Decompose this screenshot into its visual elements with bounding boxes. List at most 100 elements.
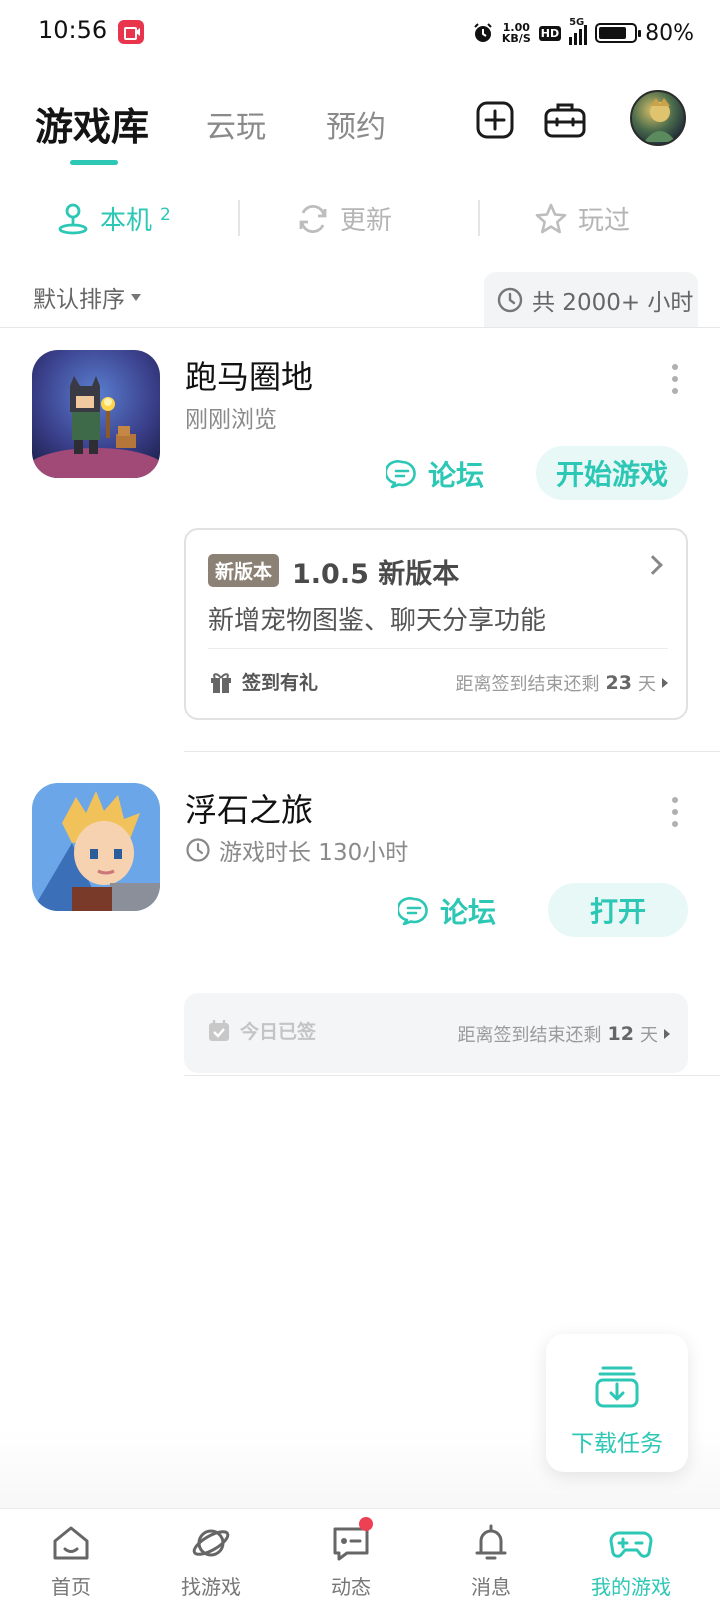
countdown-unit: 天 xyxy=(640,1025,658,1046)
caret-right-icon xyxy=(664,1029,670,1039)
sign-in-countdown[interactable]: 距离签到结束还剩 23 天 xyxy=(456,670,668,696)
gift-icon xyxy=(211,672,231,693)
game-subtitle: 游戏时长 130小时 xyxy=(185,833,408,867)
sort-dropdown[interactable]: 默认排序 xyxy=(33,280,141,314)
nav-find-games-label: 找游戏 xyxy=(181,1575,241,1599)
divider xyxy=(0,327,720,328)
more-options-icon[interactable] xyxy=(672,797,680,829)
game-subtitle: 刚刚浏览 xyxy=(185,400,277,434)
signal-icon: 5G xyxy=(569,17,588,45)
subtab-divider xyxy=(478,200,480,236)
avatar[interactable] xyxy=(630,90,686,146)
network-speed: 1.00 KB/S xyxy=(502,22,531,44)
clock-icon xyxy=(497,287,523,313)
total-hours-text: 共 2000+ 小时 xyxy=(532,290,694,316)
sort-row: 默认排序 共 2000+ 小时 xyxy=(0,272,720,328)
nav-feed[interactable]: 动态 xyxy=(296,1517,406,1600)
signed-card[interactable]: 今日已签 距离签到结束还剩 12 天 xyxy=(184,993,688,1073)
header: 游戏库 云玩 预约 xyxy=(0,82,720,172)
forum-label: 论坛 xyxy=(428,459,485,492)
version-description: 新增宠物图鉴、聊天分享功能 xyxy=(208,606,547,636)
screen-record-icon xyxy=(118,20,144,44)
alarm-icon xyxy=(474,23,492,42)
subtab-update[interactable]: 更新 xyxy=(296,200,392,237)
home-icon xyxy=(53,1526,89,1560)
nav-my-games-label: 我的游戏 xyxy=(591,1575,671,1599)
tab-cloud-play[interactable]: 云玩 xyxy=(206,102,266,146)
download-task-button[interactable]: 下载任务 xyxy=(546,1334,688,1472)
avatar-image xyxy=(644,98,676,142)
caret-down-icon xyxy=(131,293,141,301)
sign-in-countdown[interactable]: 距离签到结束还剩 12 天 xyxy=(458,1021,670,1047)
star-icon xyxy=(535,203,567,233)
game-title: 跑马圈地 xyxy=(185,358,314,396)
status-indicators: 1.00 KB/S HD 5G 80% xyxy=(472,16,694,50)
game-icon-art xyxy=(32,783,160,911)
status-bar: 10:56 1.00 KB/S HD 5G 80% xyxy=(0,0,720,66)
countdown-prefix: 距离签到结束还剩 xyxy=(457,1025,602,1046)
sort-label: 默认排序 xyxy=(33,287,125,313)
new-version-badge: 新版本 xyxy=(208,554,280,587)
sign-in-reward[interactable]: 签到有礼 xyxy=(208,668,318,695)
toolbox-icon[interactable] xyxy=(543,100,587,140)
battery-icon xyxy=(595,23,642,43)
card-divider xyxy=(208,648,668,649)
clock-icon xyxy=(186,838,210,862)
sign-in-label: 签到有礼 xyxy=(242,672,319,694)
caret-right-icon xyxy=(662,678,668,688)
nav-feed-label: 动态 xyxy=(331,1575,371,1599)
start-game-button[interactable]: 开始游戏 xyxy=(536,446,688,500)
calendar-check-icon xyxy=(209,1019,229,1041)
nav-home[interactable]: 首页 xyxy=(16,1521,126,1600)
nav-find-games[interactable]: 找游戏 xyxy=(156,1521,266,1600)
add-square-icon[interactable] xyxy=(475,100,515,140)
open-button[interactable]: 打开 xyxy=(548,883,688,937)
game-title: 浮石之旅 xyxy=(185,791,314,829)
game-icon[interactable] xyxy=(32,783,160,911)
bell-icon xyxy=(475,1524,507,1560)
forum-icon xyxy=(398,897,428,926)
nav-my-games[interactable]: 我的游戏 xyxy=(576,1521,686,1600)
forum-label: 论坛 xyxy=(440,896,497,929)
subtab-played-label: 玩过 xyxy=(578,206,631,236)
notification-dot xyxy=(359,1517,373,1531)
game-icon[interactable] xyxy=(32,350,160,478)
refresh-icon xyxy=(299,204,327,233)
divider xyxy=(184,1075,720,1076)
download-icon xyxy=(595,1366,639,1408)
signed-today: 今日已签 xyxy=(206,1017,316,1044)
more-options-icon[interactable] xyxy=(672,364,680,396)
update-card[interactable]: 新版本 1.0.5 新版本 新增宠物图鉴、聊天分享功能 签到有礼 距离签到结束还… xyxy=(184,528,688,720)
gamepad-icon xyxy=(609,1531,653,1558)
subtab-local-label: 本机 xyxy=(100,206,153,236)
forum-button[interactable]: 论坛 xyxy=(398,891,496,931)
tab-game-library[interactable]: 游戏库 xyxy=(35,96,149,151)
bottom-nav: 首页 找游戏 动态 消息 我的游戏 xyxy=(0,1508,720,1612)
location-person-icon xyxy=(58,203,88,234)
hd-badge: HD xyxy=(538,25,562,41)
active-tab-indicator xyxy=(70,160,118,165)
network-type: 5G xyxy=(569,17,585,28)
subtabs: 本机 2 更新 玩过 xyxy=(0,190,720,250)
version-title: 1.0.5 新版本 xyxy=(292,559,460,590)
signed-label: 今日已签 xyxy=(240,1021,317,1043)
total-hours: 共 2000+ 小时 xyxy=(484,272,698,328)
battery-percent: 80% xyxy=(645,20,694,46)
nav-messages[interactable]: 消息 xyxy=(436,1521,546,1600)
subtab-divider xyxy=(238,200,240,236)
countdown-days: 23 xyxy=(605,672,632,694)
countdown-unit: 天 xyxy=(638,674,656,695)
tab-reservation[interactable]: 预约 xyxy=(326,102,386,146)
forum-icon xyxy=(386,460,416,489)
subtab-local[interactable]: 本机 2 xyxy=(56,200,171,237)
nav-messages-label: 消息 xyxy=(471,1575,511,1599)
battery-fill xyxy=(599,27,627,39)
subtab-update-label: 更新 xyxy=(340,206,393,236)
countdown-prefix: 距离签到结束还剩 xyxy=(455,674,600,695)
subtab-local-count: 2 xyxy=(160,204,171,225)
nav-home-label: 首页 xyxy=(51,1575,91,1599)
subtab-played[interactable]: 玩过 xyxy=(534,200,630,237)
chevron-right-icon xyxy=(643,555,663,575)
forum-button[interactable]: 论坛 xyxy=(386,454,484,494)
game-subtitle-text: 游戏时长 130小时 xyxy=(219,840,409,866)
